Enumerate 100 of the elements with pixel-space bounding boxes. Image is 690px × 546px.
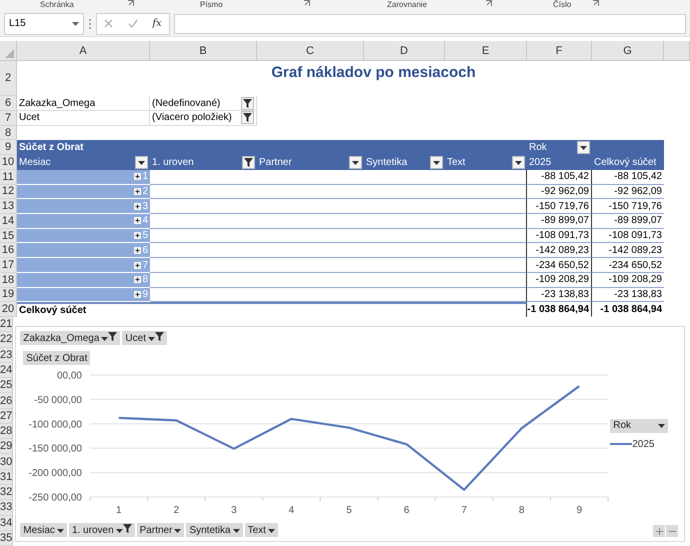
check-icon[interactable]	[128, 19, 138, 28]
row-header[interactable]: 9	[0, 140, 17, 156]
row-header[interactable]: 27	[0, 408, 14, 424]
filter-button[interactable]	[242, 156, 255, 170]
total-cell: -88 105,42	[592, 170, 664, 185]
expand-icon[interactable]	[134, 217, 142, 224]
caret-icon	[138, 160, 145, 165]
caret-icon	[148, 337, 155, 342]
y-axis-label: -100 000,00	[28, 419, 82, 430]
y-axis-label: 00,00	[57, 370, 82, 382]
expand-icon[interactable]	[134, 262, 142, 269]
filter-button[interactable]	[241, 96, 254, 110]
column-header[interactable]: E	[445, 41, 527, 60]
row-label: 1	[142, 171, 148, 182]
dialog-launcher-icon[interactable]	[486, 0, 492, 6]
row-header[interactable]: 7	[0, 111, 17, 126]
dropdown-button[interactable]	[430, 156, 443, 170]
row-header[interactable]: 21	[0, 317, 14, 332]
x-axis-label: 4	[288, 505, 294, 516]
x-axis-label: 1	[116, 505, 122, 516]
row-header[interactable]: 30	[0, 454, 14, 470]
filter-button[interactable]	[241, 111, 254, 124]
dialog-launcher-icon[interactable]	[593, 0, 599, 6]
row-header[interactable]: 19	[0, 288, 17, 302]
dropdown-button[interactable]	[349, 156, 362, 170]
pivot-field-label: 1. uroven	[152, 157, 194, 168]
value-cell: -109 208,29	[527, 272, 592, 288]
row-header[interactable]: 28	[0, 424, 14, 440]
row-header[interactable]: 20	[0, 302, 17, 318]
row-header[interactable]: 14	[0, 214, 17, 229]
row-header[interactable]: 8	[0, 126, 17, 140]
row-header[interactable]: 31	[0, 470, 14, 485]
expand-icon[interactable]	[134, 290, 142, 298]
legend-field-button[interactable]: Rok	[610, 418, 668, 433]
ribbon-group-label: Zarovnanie	[387, 0, 428, 10]
column-header[interactable]: C	[257, 41, 364, 60]
row-header[interactable]: 23	[0, 348, 14, 363]
row-header[interactable]: 2	[0, 60, 17, 96]
row-header[interactable]: 13	[0, 199, 17, 214]
row-header[interactable]: 18	[0, 272, 17, 288]
value-field-button[interactable]: Súčet z Obrat	[23, 351, 90, 366]
grip-icon	[88, 18, 92, 30]
row-header[interactable]: 26	[0, 393, 14, 409]
row-header[interactable]: 10	[0, 155, 17, 170]
row-header[interactable]: 17	[0, 258, 17, 273]
column-header[interactable]: G	[592, 41, 664, 60]
dialog-launcher-icon[interactable]	[128, 0, 134, 6]
column-header[interactable]: A	[17, 41, 150, 60]
insert-function-button[interactable]: fx	[152, 18, 162, 30]
row-header[interactable]: 29	[0, 439, 14, 454]
formula-input[interactable]	[174, 14, 686, 34]
chart-filter-button[interactable]: Ucet	[122, 331, 167, 346]
row-header[interactable]: 35	[0, 530, 14, 546]
grand-total-value: -1 038 864,94	[599, 302, 663, 317]
row-header[interactable]: 22	[0, 332, 14, 348]
total-cell: -142 089,23	[592, 243, 664, 258]
caret-icon	[72, 22, 79, 26]
expand-icon[interactable]	[134, 173, 142, 180]
axis-field-button[interactable]: Mesiac	[20, 523, 67, 538]
chart-filter-button[interactable]: Zakazka_Omega	[20, 331, 120, 346]
row-header[interactable]: 6	[0, 96, 17, 111]
row-header[interactable]: 33	[0, 500, 14, 516]
row-header[interactable]: 12	[0, 184, 17, 200]
row-header[interactable]: 24	[0, 362, 14, 378]
dropdown-button[interactable]	[135, 156, 148, 170]
name-box[interactable]: L15	[4, 12, 84, 35]
x-axis-label: 6	[404, 505, 410, 516]
row-header[interactable]: 25	[0, 378, 14, 394]
axis-field-button[interactable]: Partner	[136, 523, 184, 538]
expand-icon[interactable]	[134, 232, 142, 240]
collapse-button[interactable]	[666, 525, 678, 538]
row-header[interactable]: 11	[0, 170, 17, 185]
expand-button[interactable]	[653, 525, 666, 538]
dropdown-button[interactable]	[512, 156, 525, 170]
axis-field-button[interactable]: Text	[244, 523, 278, 538]
column-header[interactable]: F	[527, 41, 592, 60]
dropdown-button[interactable]	[577, 141, 590, 154]
row-header[interactable]: 32	[0, 484, 14, 500]
value-cell: -142 089,23	[527, 243, 592, 258]
pivot-value-label: Súčet z Obrat	[19, 142, 84, 154]
column-header[interactable]: D	[364, 41, 445, 60]
expand-icon[interactable]	[134, 202, 142, 210]
ribbon-group-label: Písmo	[200, 0, 224, 10]
row-header[interactable]: 15	[0, 228, 17, 244]
expand-icon[interactable]	[134, 276, 142, 284]
filter-value: (Viacero položiek)	[152, 112, 232, 124]
column-header[interactable]: B	[150, 41, 257, 60]
column-item-label: 2025	[529, 157, 552, 168]
row-header[interactable]: 34	[0, 516, 14, 531]
row-label: 9	[142, 288, 148, 300]
total-cell: -89 899,07	[592, 214, 664, 229]
row-label: 8	[142, 274, 148, 286]
expand-icon[interactable]	[134, 246, 142, 254]
y-axis-label: -250 000,00	[28, 492, 82, 504]
axis-field-button[interactable]: Syntetika	[186, 523, 243, 538]
caret-icon	[268, 528, 275, 533]
row-header[interactable]: 16	[0, 243, 17, 258]
dialog-launcher-icon[interactable]	[304, 0, 310, 6]
expand-icon[interactable]	[134, 188, 142, 195]
axis-field-button[interactable]: 1. uroven	[68, 523, 135, 538]
